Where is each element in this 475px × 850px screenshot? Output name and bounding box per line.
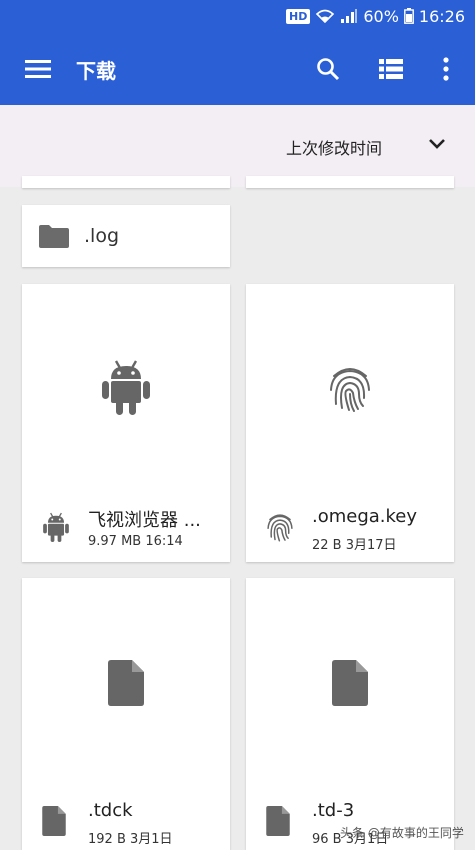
file-icon [266,806,290,836]
folder-name: .log [84,225,120,247]
fingerprint-icon [330,368,370,412]
file-name: .td-3 [312,800,355,821]
file-icon [108,660,144,706]
search-button[interactable] [310,51,346,87]
search-icon [317,58,340,81]
signal-icon [340,8,358,24]
folder-icon [39,225,69,248]
partial-card-left [22,176,230,188]
file-item[interactable]: .tdck 192 B 3月1日 [22,578,230,850]
sort-bar: 上次修改时间 [0,105,475,187]
menu-icon [25,60,51,78]
file-name: .omega.key [312,506,418,527]
sort-dropdown-button[interactable] [424,131,450,157]
list-view-button[interactable] [373,51,409,87]
more-vert-icon [443,57,449,81]
file-item[interactable]: .omega.key 22 B 3月17日 [246,284,454,562]
list-view-icon [379,59,403,79]
file-icon [42,806,66,836]
partial-card-right [246,176,454,188]
folder-item[interactable]: .log [22,205,230,267]
file-item[interactable]: 飞视浏览器 ... 9.97 MB 16:14 [22,284,230,562]
hd-badge: HD [285,8,311,24]
file-meta: 9.97 MB 16:14 [88,534,183,549]
more-options-button[interactable] [432,51,460,87]
watermark: 头条 @有故事的王同学 [340,826,464,840]
status-time: 16:26 [418,6,465,26]
android-icon [43,512,69,542]
file-name: .tdck [88,800,133,821]
file-name: 飞视浏览器 ... [88,510,201,531]
status-bar: HD 60% 16:26 [0,0,475,33]
fingerprint-icon [267,514,293,542]
battery-icon [403,8,414,24]
file-meta: 22 B 3月17日 [312,538,397,553]
file-item[interactable]: .td-3 96 B 3月1日 [246,578,454,850]
wifi-icon [315,8,335,24]
app-bar: 下载 [0,33,475,105]
file-meta: 192 B 3月1日 [88,832,173,847]
menu-button[interactable] [18,53,58,85]
status-bar-right: HD 60% 16:26 [285,5,465,27]
android-icon [102,360,150,415]
sort-label[interactable]: 上次修改时间 [286,135,382,159]
page-title: 下载 [76,59,116,83]
chevron-down-icon [429,139,445,149]
file-icon [332,660,368,706]
battery-percent: 60% [363,6,399,26]
